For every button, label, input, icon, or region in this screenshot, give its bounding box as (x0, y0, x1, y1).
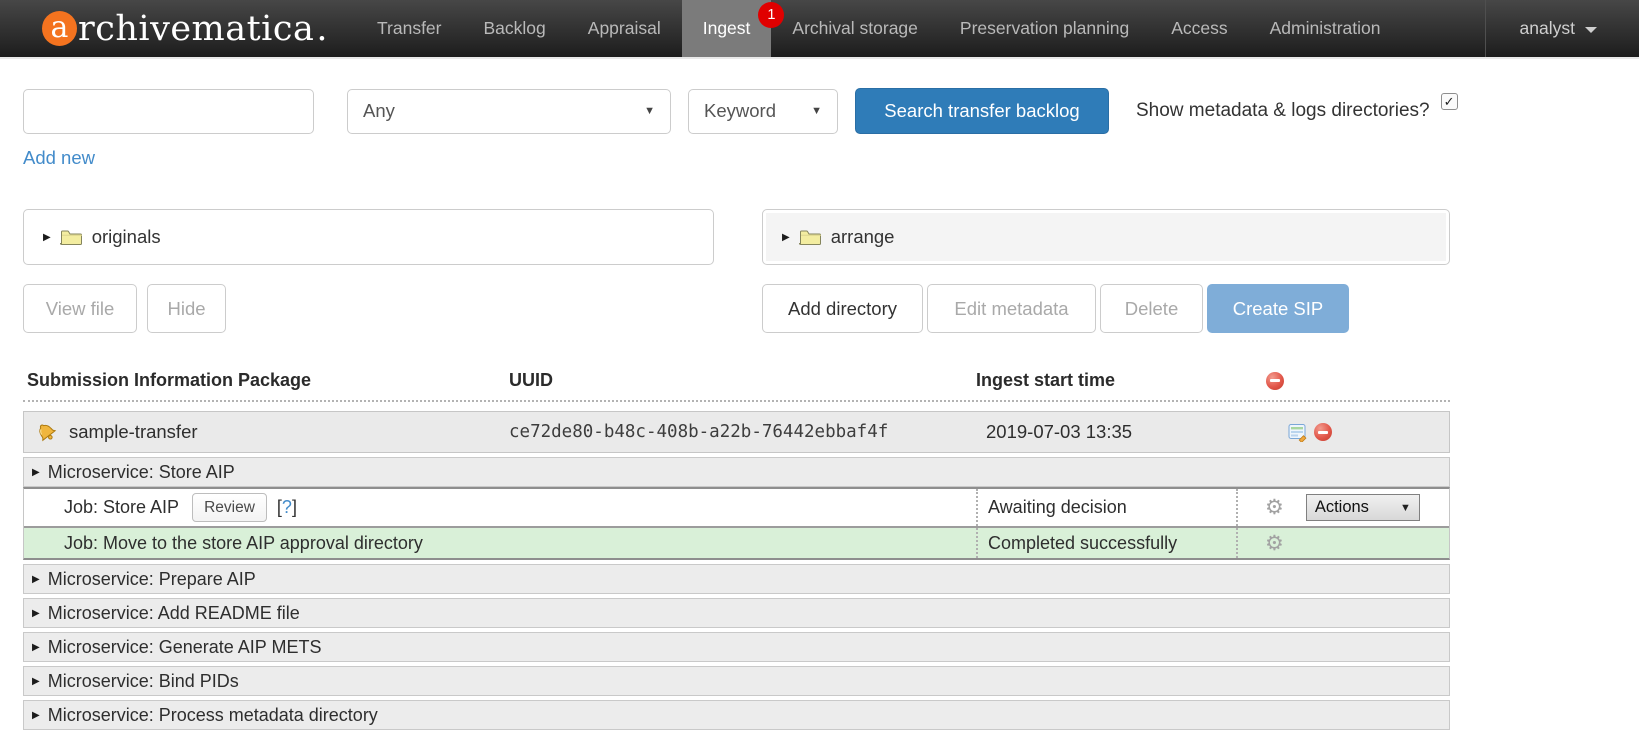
select-arrow-icon: ▼ (811, 105, 822, 117)
originals-panel: ▶ originals (23, 209, 714, 265)
tab-archival-storage[interactable]: Archival storage (771, 0, 938, 57)
job-row-store-aip: Job: Store AIP Review [?] Awaiting decis… (24, 489, 1449, 526)
caret-down-icon (1585, 27, 1597, 33)
sip-bell-icon (35, 420, 59, 444)
microservice-label: Microservice: Add README file (48, 603, 300, 624)
sip-table: Submission Information Package UUID Inge… (23, 370, 1450, 730)
sip-uuid: ce72de80-b48c-408b-a22b-76442ebbaf4f (509, 422, 976, 442)
arrange-panel: ▶ arrange (762, 209, 1450, 265)
job-label: Job: Store AIP (64, 497, 179, 518)
tab-backlog[interactable]: Backlog (463, 0, 567, 57)
browser-actions: View file Hide Add directory Edit metada… (23, 284, 1639, 333)
search-transfer-backlog-button[interactable]: Search transfer backlog (855, 88, 1109, 134)
delete-button[interactable]: Delete (1100, 284, 1203, 333)
nav-tabs: Transfer Backlog Appraisal Ingest 1 Arch… (356, 0, 1402, 57)
microservice-label: Microservice: Process metadata directory (48, 705, 378, 726)
caret-right-icon: ▶ (782, 232, 790, 243)
jobs-list: Job: Store AIP Review [?] Awaiting decis… (23, 487, 1450, 560)
search-form: Any ▼ Keyword ▼ Search transfer backlog … (23, 88, 1639, 134)
originals-directory-row[interactable]: ▶ originals (24, 210, 713, 264)
top-nav: archivematica. Transfer Backlog Appraisa… (0, 0, 1639, 59)
tab-access[interactable]: Access (1150, 0, 1248, 57)
create-sip-button[interactable]: Create SIP (1207, 284, 1349, 333)
job-actions-select[interactable]: Actions ▼ (1306, 494, 1420, 521)
edit-metadata-button[interactable]: Edit metadata (927, 284, 1096, 333)
microservice-label: Microservice: Generate AIP METS (48, 637, 322, 658)
archivematica-logo[interactable]: archivematica. (0, 0, 356, 57)
sip-name-cell: sample-transfer (24, 420, 509, 444)
caret-right-icon: ▶ (43, 232, 51, 243)
header-sip-name: Submission Information Package (23, 370, 509, 391)
review-button[interactable]: Review (192, 493, 267, 522)
microservice-row-process-metadata-directory[interactable]: ▶ Microservice: Process metadata directo… (23, 700, 1450, 730)
microservice-row-bind-pids[interactable]: ▶ Microservice: Bind PIDs (23, 666, 1450, 696)
job-label: Job: Move to the store AIP approval dire… (64, 533, 423, 554)
show-metadata-checkbox[interactable]: ✓ (1441, 93, 1458, 110)
edit-metadata-icon[interactable] (1288, 423, 1307, 442)
caret-right-icon: ▶ (32, 642, 40, 653)
microservice-row-add-readme[interactable]: ▶ Microservice: Add README file (23, 598, 1450, 628)
microservice-row-store-aip[interactable]: ▶ Microservice: Store AIP (23, 457, 1450, 487)
logo-period: . (316, 9, 328, 49)
help-link[interactable]: [?] (277, 497, 297, 518)
microservice-label: Microservice: Bind PIDs (48, 671, 239, 692)
sip-start-time: 2019-07-03 13:35 (976, 421, 1236, 443)
remove-sip-icon[interactable] (1314, 423, 1332, 441)
select-arrow-icon: ▼ (644, 105, 655, 117)
search-input[interactable] (23, 89, 314, 134)
tab-ingest[interactable]: Ingest 1 (682, 0, 772, 57)
microservice-row-generate-aip-mets[interactable]: ▶ Microservice: Generate AIP METS (23, 632, 1450, 662)
user-menu[interactable]: analyst (1485, 0, 1639, 57)
microservice-label: Microservice: Store AIP (48, 462, 235, 483)
gear-icon: ⚙ (1265, 497, 1284, 518)
header-ingest-start-time: Ingest start time (976, 370, 1236, 391)
gear-icon: ⚙ (1265, 533, 1284, 554)
view-file-button[interactable]: View file (23, 284, 137, 333)
question-mark-icon: ? (282, 497, 292, 517)
remove-all-icon[interactable] (1266, 372, 1284, 390)
check-icon: ✓ (1444, 94, 1455, 110)
file-browsers: ▶ originals ▶ arrange (23, 209, 1639, 265)
user-name: analyst (1520, 18, 1575, 39)
sip-row: sample-transfer ce72de80-b48c-408b-a22b-… (23, 411, 1450, 453)
tab-transfer[interactable]: Transfer (356, 0, 463, 57)
arrange-directory-row[interactable]: ▶ arrange (766, 213, 1446, 261)
caret-right-icon: ▶ (32, 608, 40, 619)
tab-preservation-planning[interactable]: Preservation planning (939, 0, 1150, 57)
folder-icon (799, 228, 822, 246)
job-status: Awaiting decision (976, 489, 1236, 526)
hide-button[interactable]: Hide (147, 284, 226, 333)
show-metadata-label: Show metadata & logs directories? (1136, 100, 1430, 122)
microservice-row-prepare-aip[interactable]: ▶ Microservice: Prepare AIP (23, 564, 1450, 594)
microservice-label: Microservice: Prepare AIP (48, 569, 256, 590)
header-uuid: UUID (509, 370, 976, 391)
caret-right-icon: ▶ (32, 574, 40, 585)
tab-appraisal[interactable]: Appraisal (567, 0, 682, 57)
select-arrow-icon: ▼ (1400, 502, 1411, 514)
caret-right-icon: ▶ (32, 467, 40, 478)
sip-table-header: Submission Information Package UUID Inge… (23, 370, 1450, 402)
tab-administration[interactable]: Administration (1249, 0, 1402, 57)
logo-text: rchivematica (78, 9, 314, 49)
search-type-select[interactable]: Keyword ▼ (688, 89, 838, 134)
job-status: Completed successfully (976, 528, 1236, 558)
directory-label: originals (92, 226, 161, 248)
caret-right-icon: ▶ (32, 710, 40, 721)
add-new-link[interactable]: Add new (23, 147, 95, 169)
folder-icon (60, 228, 83, 246)
logo-a-icon: a (42, 11, 77, 46)
caret-right-icon: ▶ (32, 676, 40, 687)
search-field-select[interactable]: Any ▼ (347, 89, 671, 134)
directory-label: arrange (831, 226, 895, 248)
job-row-move-to-approval: Job: Move to the store AIP approval dire… (24, 526, 1449, 558)
add-directory-button[interactable]: Add directory (762, 284, 923, 333)
page-content: Any ▼ Keyword ▼ Search transfer backlog … (0, 88, 1639, 730)
sip-name: sample-transfer (69, 421, 198, 443)
